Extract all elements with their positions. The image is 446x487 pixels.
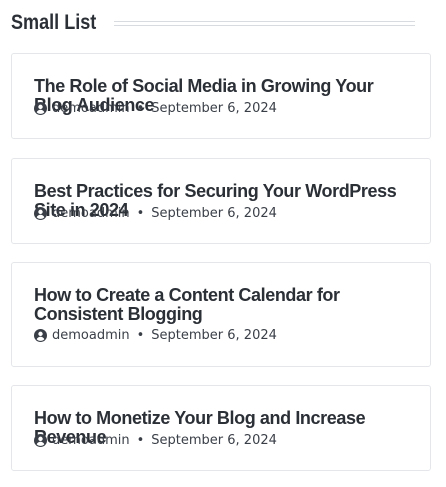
widget-title: Small List (11, 11, 97, 34)
post-author-link[interactable]: demoadmin (52, 328, 130, 343)
post-author-link[interactable]: demoadmin (52, 433, 130, 448)
post-meta: demoadmin • September 6, 2024 (34, 205, 277, 221)
user-circle-icon (34, 433, 47, 447)
post-card: How to Create a Content Calendar for Con… (11, 262, 431, 367)
post-card: The Role of Social Media in Growing Your… (11, 53, 431, 139)
meta-separator: • (136, 432, 145, 448)
title-decoration (114, 21, 415, 26)
post-date-link[interactable]: September 6, 2024 (151, 328, 277, 343)
post-date-link[interactable]: September 6, 2024 (151, 101, 277, 116)
widget-header: Small List (11, 9, 421, 37)
post-card: Best Practices for Securing Your WordPre… (11, 158, 431, 244)
post-meta: demoadmin • September 6, 2024 (34, 327, 277, 343)
meta-separator: • (136, 205, 145, 221)
post-date-link[interactable]: September 6, 2024 (151, 206, 277, 221)
user-circle-icon (34, 328, 47, 342)
post-author-link[interactable]: demoadmin (52, 101, 130, 116)
user-circle-icon (34, 101, 47, 115)
post-card: How to Monetize Your Blog and Increase R… (11, 385, 431, 471)
post-meta: demoadmin • September 6, 2024 (34, 432, 277, 448)
post-date-link[interactable]: September 6, 2024 (151, 433, 277, 448)
meta-separator: • (136, 327, 145, 343)
user-circle-icon (34, 206, 47, 220)
post-title-link[interactable]: How to Create a Content Calendar for Con… (34, 286, 364, 324)
meta-separator: • (136, 100, 145, 116)
post-meta: demoadmin • September 6, 2024 (34, 100, 277, 116)
post-author-link[interactable]: demoadmin (52, 206, 130, 221)
